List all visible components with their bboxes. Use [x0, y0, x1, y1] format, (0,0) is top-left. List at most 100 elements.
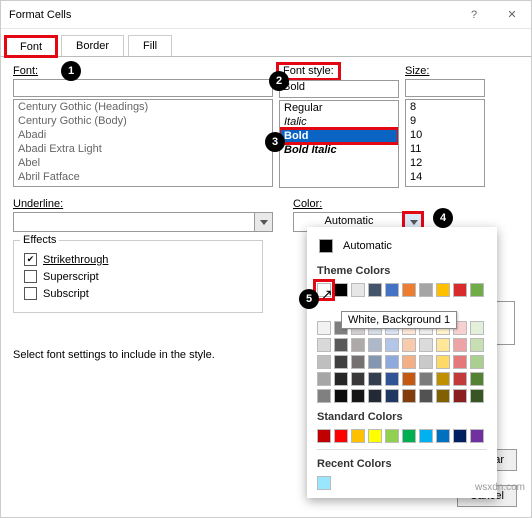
color-swatch[interactable]	[317, 338, 331, 352]
color-swatch[interactable]	[334, 389, 348, 403]
color-swatch[interactable]	[351, 338, 365, 352]
color-swatch[interactable]	[317, 355, 331, 369]
color-swatch[interactable]	[436, 338, 450, 352]
color-swatch[interactable]	[436, 429, 450, 443]
list-item[interactable]: 14	[406, 170, 484, 184]
color-swatch[interactable]	[402, 338, 416, 352]
underline-combo[interactable]	[13, 212, 273, 232]
color-swatch[interactable]	[368, 372, 382, 386]
color-swatch[interactable]	[470, 283, 484, 297]
color-swatch[interactable]: ↖	[317, 283, 331, 297]
color-swatch[interactable]	[334, 283, 348, 297]
effects-group: Effects Strikethrough Superscript Subscr…	[13, 240, 263, 313]
list-item[interactable]: Abril Fatface	[14, 170, 272, 184]
color-swatch[interactable]	[334, 355, 348, 369]
color-swatch[interactable]	[317, 476, 331, 490]
color-swatch[interactable]	[368, 283, 382, 297]
color-swatch[interactable]	[453, 372, 467, 386]
list-item[interactable]: Regular	[280, 101, 398, 115]
color-swatch[interactable]	[419, 338, 433, 352]
color-swatch[interactable]	[470, 321, 484, 335]
color-swatch[interactable]	[317, 389, 331, 403]
list-item[interactable]: Century Gothic (Body)	[14, 114, 272, 128]
color-swatch[interactable]	[385, 429, 399, 443]
list-item[interactable]: Abadi	[14, 128, 272, 142]
color-swatch[interactable]	[385, 372, 399, 386]
list-item[interactable]: 11	[406, 142, 484, 156]
color-swatch[interactable]	[419, 355, 433, 369]
help-button[interactable]: ?	[455, 1, 493, 29]
fontstyle-input[interactable]: Bold	[279, 80, 399, 98]
checkbox-icon	[24, 270, 37, 283]
size-list[interactable]: 8 9 10 11 12 14	[405, 99, 485, 187]
color-swatch[interactable]	[453, 355, 467, 369]
color-dropdown: Automatic Theme Colors ↖ White, Backgrou…	[307, 227, 497, 498]
color-swatch[interactable]	[436, 372, 450, 386]
color-swatch[interactable]	[368, 355, 382, 369]
color-swatch[interactable]	[385, 389, 399, 403]
color-swatch[interactable]	[334, 372, 348, 386]
color-swatch[interactable]	[436, 355, 450, 369]
font-list[interactable]: Century Gothic (Headings) Century Gothic…	[13, 99, 273, 187]
color-swatch[interactable]	[419, 372, 433, 386]
color-swatch[interactable]	[351, 372, 365, 386]
list-item[interactable]: 8	[406, 100, 484, 114]
color-swatch[interactable]	[402, 283, 416, 297]
color-swatch[interactable]	[470, 338, 484, 352]
close-button[interactable]: ✕	[493, 1, 531, 29]
color-swatch[interactable]	[402, 429, 416, 443]
color-swatch[interactable]	[368, 338, 382, 352]
color-swatch[interactable]	[334, 429, 348, 443]
color-swatch[interactable]	[351, 355, 365, 369]
list-item[interactable]: Italic	[280, 115, 398, 129]
color-swatch[interactable]	[368, 389, 382, 403]
list-item[interactable]: Abadi Extra Light	[14, 142, 272, 156]
color-swatch[interactable]	[351, 283, 365, 297]
subscript-checkbox[interactable]: Subscript	[24, 287, 252, 300]
color-swatch[interactable]	[317, 372, 331, 386]
color-swatch[interactable]	[351, 389, 365, 403]
color-swatch[interactable]	[453, 389, 467, 403]
color-swatch[interactable]	[436, 389, 450, 403]
color-swatch[interactable]	[453, 338, 467, 352]
tab-border[interactable]: Border	[61, 35, 124, 56]
color-swatch[interactable]	[385, 355, 399, 369]
color-swatch[interactable]	[334, 338, 348, 352]
superscript-checkbox[interactable]: Superscript	[24, 270, 252, 283]
color-swatch[interactable]	[385, 338, 399, 352]
tab-fill[interactable]: Fill	[128, 35, 172, 56]
color-swatch[interactable]	[436, 283, 450, 297]
color-swatch[interactable]	[402, 355, 416, 369]
chevron-down-icon[interactable]	[254, 213, 272, 231]
list-item[interactable]: Bold Italic	[280, 143, 398, 157]
list-item[interactable]: Century Gothic (Headings)	[14, 100, 272, 114]
color-swatch[interactable]	[419, 283, 433, 297]
color-swatch[interactable]	[402, 372, 416, 386]
color-swatch[interactable]	[419, 389, 433, 403]
size-input[interactable]	[405, 79, 485, 97]
color-swatch[interactable]	[351, 429, 365, 443]
color-swatch[interactable]	[453, 283, 467, 297]
color-swatch[interactable]	[368, 429, 382, 443]
color-swatch[interactable]	[385, 283, 399, 297]
list-item[interactable]: 12	[406, 156, 484, 170]
strikethrough-checkbox[interactable]: Strikethrough	[24, 253, 252, 266]
color-swatch[interactable]	[470, 355, 484, 369]
list-item-selected[interactable]: Bold	[280, 129, 398, 143]
list-item[interactable]: Abel	[14, 156, 272, 170]
automatic-option[interactable]: Automatic	[317, 235, 487, 257]
color-swatch[interactable]	[470, 372, 484, 386]
list-item[interactable]: 9	[406, 114, 484, 128]
color-swatch[interactable]	[402, 389, 416, 403]
list-item[interactable]: 10	[406, 128, 484, 142]
font-label: Font:	[13, 65, 273, 77]
color-swatch[interactable]	[470, 389, 484, 403]
color-swatch[interactable]	[317, 429, 331, 443]
color-swatch[interactable]	[470, 429, 484, 443]
color-swatch[interactable]	[453, 429, 467, 443]
color-swatch[interactable]	[419, 429, 433, 443]
tab-font[interactable]: Font	[5, 36, 57, 57]
color-swatch[interactable]	[317, 321, 331, 335]
fontstyle-list[interactable]: Regular Italic Bold Bold Italic	[279, 100, 399, 188]
font-input[interactable]	[13, 79, 273, 97]
